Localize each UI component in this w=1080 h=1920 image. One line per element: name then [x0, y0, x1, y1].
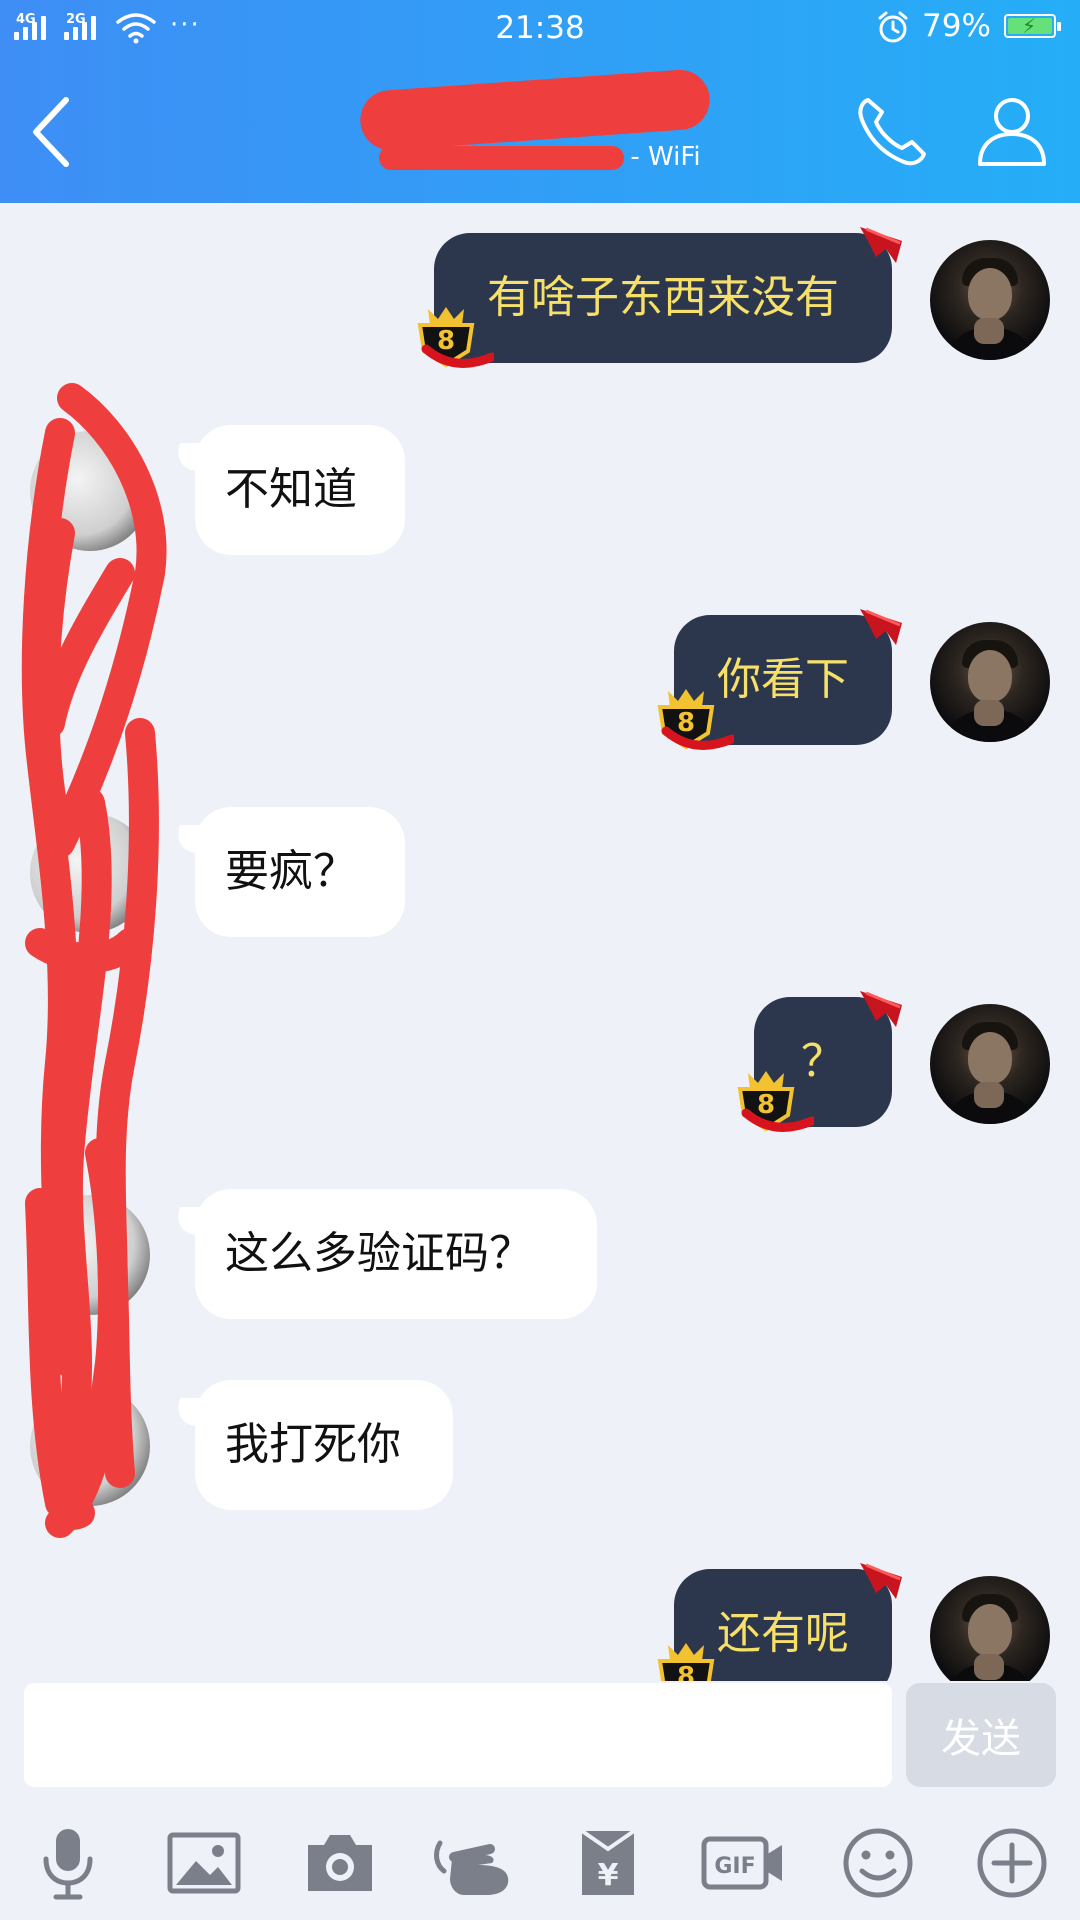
incoming-message[interactable]: 这么多验证码？	[195, 1189, 597, 1319]
friend-avatar[interactable]	[30, 813, 150, 933]
status-bar: 4G 2G ··· 21:38 79% ⚡	[0, 0, 1080, 56]
poke-icon[interactable]	[430, 1825, 520, 1901]
vip-badge-icon: 8	[657, 689, 734, 750]
phone-call-button[interactable]	[854, 94, 928, 168]
avatar-hand	[974, 1082, 1004, 1108]
ribbon-decoration-icon	[860, 1563, 902, 1599]
clock: 21:38	[495, 10, 585, 46]
vip-badge-icon: 8	[657, 1643, 715, 1681]
profile-button[interactable]	[976, 94, 1048, 168]
avatar-face	[968, 650, 1012, 702]
avatar-face	[968, 1604, 1012, 1656]
red-packet-icon[interactable]: ¥	[570, 1825, 646, 1901]
my-avatar[interactable]	[930, 240, 1050, 360]
battery-icon: ⚡	[1004, 14, 1061, 38]
avatar-face	[968, 268, 1012, 320]
microphone-icon[interactable]	[30, 1825, 106, 1901]
incoming-message[interactable]: 我打死你	[195, 1380, 453, 1510]
contact-name-redacted	[358, 67, 712, 153]
composer: 发送	[0, 1681, 1080, 1801]
battery-percent: 79%	[922, 8, 991, 44]
send-button[interactable]: 发送	[906, 1683, 1056, 1787]
svg-text:8: 8	[757, 1090, 775, 1120]
friend-avatar[interactable]	[30, 1195, 150, 1315]
message-list[interactable]: 有啥子东西来没有 8 不知道 你看下 8 要疯？ ？ 8 这么多验证码？ 我打死…	[0, 203, 1080, 1681]
chat-header: 4G 2G ··· 21:38 79% ⚡ - WiFi	[0, 0, 1080, 203]
ribbon-decoration-icon	[860, 227, 902, 263]
image-icon[interactable]	[166, 1825, 242, 1901]
plus-icon[interactable]	[974, 1825, 1050, 1901]
svg-text:¥: ¥	[598, 1858, 619, 1893]
message-input[interactable]	[24, 1683, 892, 1787]
ribbon-decoration-icon	[860, 609, 902, 645]
outgoing-message[interactable]: 有啥子东西来没有	[434, 233, 892, 363]
vip-badge-icon: 8	[417, 307, 494, 368]
friend-avatar[interactable]	[30, 1386, 150, 1506]
gif-icon[interactable]: GIF	[700, 1825, 786, 1901]
avatar-hand	[974, 318, 1004, 344]
status-redacted	[379, 145, 625, 170]
status-network: - WiFi	[630, 142, 701, 172]
svg-text:8: 8	[677, 1662, 695, 1681]
avatar-face	[968, 1032, 1012, 1084]
gif-label: GIF	[714, 1854, 755, 1879]
ribbon-decoration-icon	[860, 991, 902, 1027]
svg-text:8: 8	[677, 708, 695, 738]
alarm-icon	[878, 11, 908, 43]
emoji-icon[interactable]	[840, 1825, 916, 1901]
my-avatar[interactable]	[930, 1576, 1050, 1681]
incoming-message[interactable]: 要疯？	[195, 807, 405, 937]
camera-icon[interactable]	[302, 1825, 378, 1901]
incoming-message[interactable]: 不知道	[195, 425, 405, 555]
my-avatar[interactable]	[930, 622, 1050, 742]
vip-badge-icon: 8	[737, 1071, 814, 1132]
input-toolbar: ¥ GIF	[0, 1801, 1080, 1920]
avatar-hand	[974, 1654, 1004, 1680]
avatar-hand	[974, 700, 1004, 726]
svg-text:8: 8	[437, 326, 455, 356]
my-avatar[interactable]	[930, 1004, 1050, 1124]
friend-avatar[interactable]	[30, 431, 150, 551]
